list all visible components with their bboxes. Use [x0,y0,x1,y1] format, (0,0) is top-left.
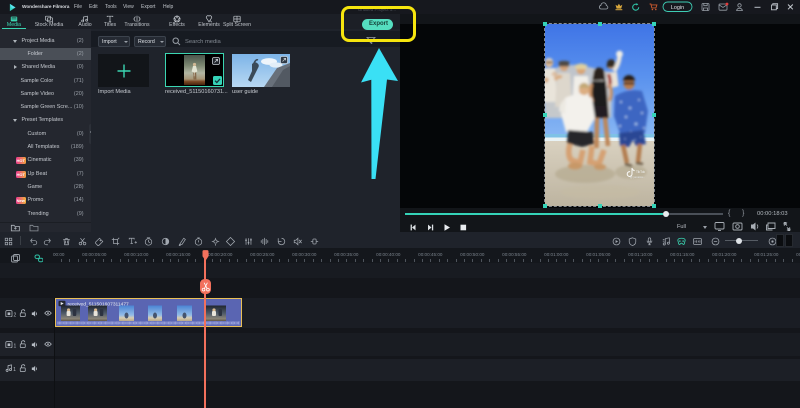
svg-text:1: 1 [13,367,16,372]
svg-text:1: 1 [14,343,17,348]
svg-text:Login: Login [671,5,684,11]
svg-text:2: 2 [14,312,17,317]
svg-text:received_511501607311477: received_511501607311477 [68,301,130,307]
